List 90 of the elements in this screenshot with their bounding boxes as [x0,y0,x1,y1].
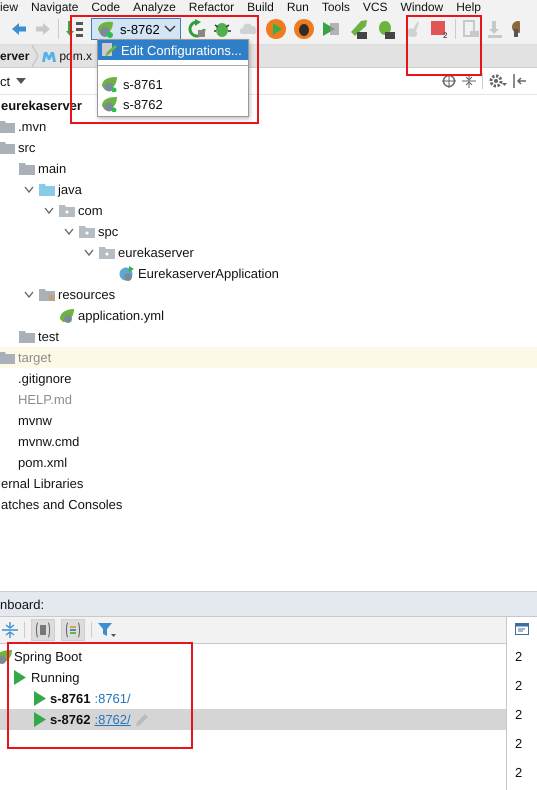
menu-item[interactable]: Build [247,0,274,14]
menu-item[interactable]: Analyze [133,0,176,14]
menu-item[interactable]: Refactor [188,0,234,14]
folder-icon [99,246,115,259]
chevron-down-icon[interactable] [64,228,74,236]
build-icon[interactable] [65,19,85,39]
console-line: 2 [515,736,524,751]
hide-panel-icon[interactable] [513,74,527,88]
console-icon[interactable] [515,623,529,635]
leaf-icon [101,96,119,112]
chevron-down-icon[interactable] [24,290,34,298]
console-line: 2 [515,707,524,722]
run-icon[interactable] [264,18,287,40]
project-view-title[interactable]: ct [0,74,10,88]
menu-item[interactable]: Help [456,0,481,14]
tree-item[interactable]: EurekaserverApplication [102,266,279,282]
caret-icon[interactable] [16,78,26,84]
menu-item[interactable]: Run [286,0,309,14]
class-icon [119,266,135,282]
app-name: s-8761 [50,691,90,706]
play-icon [34,712,46,727]
coverage-icon[interactable] [320,19,341,39]
folder-icon [19,162,35,175]
edit-config-icon [101,42,117,58]
tree-item[interactable]: java [22,182,82,197]
tree-item[interactable]: Running [31,670,80,685]
console-line: 2 [515,678,524,693]
leaf-icon [101,76,119,92]
breadcrumb-item[interactable]: erver [0,49,30,63]
play-icon [14,670,26,685]
menu-item[interactable]: Navigate [31,0,78,14]
folder-icon [59,204,75,217]
tree-item[interactable]: .mvn [0,119,46,134]
tree-item[interactable]: eurekaserver [82,245,194,260]
chevron-down-icon[interactable] [24,186,34,194]
leaf-icon [96,20,116,38]
port-link[interactable]: :8761/ [94,691,131,706]
console-line: 2 [515,649,524,664]
menu-item[interactable]: s-8762 [98,94,248,114]
folder-icon [19,330,35,343]
console-line: 2 [515,765,524,780]
folder-icon [39,183,55,196]
tree-item[interactable]: src [0,140,36,155]
menu-item[interactable]: iew [0,0,18,14]
run-configuration-dropdown[interactable]: s-8762 [91,18,181,40]
tree-item[interactable]: ernal Libraries [0,476,84,491]
tree-row[interactable]: s-8761 :8761/ [0,688,506,709]
folder-icon [0,351,15,364]
debug-icon[interactable] [292,18,315,40]
folder-icon [0,120,15,133]
breadcrumb-separator-icon [31,45,40,67]
tree-item[interactable]: .gitignore [0,371,72,386]
leaf-icon [0,648,12,664]
tree-item[interactable]: main [2,161,66,176]
folder-icon [0,141,15,154]
leaf-icon [59,308,75,324]
menu-item[interactable]: Code [91,0,120,14]
menu-item[interactable]: Tools [322,0,350,14]
tree-item[interactable]: mvnw.cmd [0,434,80,449]
menu-item[interactable]: Edit Configurations... [98,40,248,60]
group-toggle-button[interactable] [61,619,85,641]
folder-icon [39,288,55,301]
tree-item[interactable]: test [2,329,59,344]
maven-icon [41,50,58,62]
menu-item[interactable]: Window [400,0,444,14]
tree-item[interactable]: application.yml [42,308,164,324]
folder-icon [79,225,95,238]
menu-item[interactable]: s-8761 [98,74,248,94]
filter-icon[interactable] [98,622,116,638]
tree-item[interactable]: Spring Boot [14,649,82,664]
collapse-icon[interactable] [462,74,476,88]
tree-item[interactable]: pom.xml [0,455,68,470]
tree-item[interactable]: atches and Consoles [0,497,122,512]
tree-item[interactable]: com [42,203,103,218]
back-arrow-icon[interactable] [10,21,28,37]
rerun-icon[interactable] [186,19,207,39]
group-toggle-button[interactable] [31,619,55,641]
collapse-icon[interactable] [2,622,18,638]
play-icon [34,691,46,706]
menu-item[interactable]: VCS [362,0,388,14]
tree-item[interactable]: resources [22,287,116,302]
tree-item[interactable]: spc [62,224,118,239]
caret-icon [164,25,176,33]
panel-title: nboard: [0,596,44,612]
crosshair-icon[interactable] [442,74,456,88]
app-name: s-8762 [50,712,90,727]
tree-item[interactable]: mvnw [0,413,52,428]
chevron-down-icon[interactable] [84,248,94,256]
chevron-down-icon[interactable] [44,206,54,214]
settings-icon[interactable] [489,74,507,88]
